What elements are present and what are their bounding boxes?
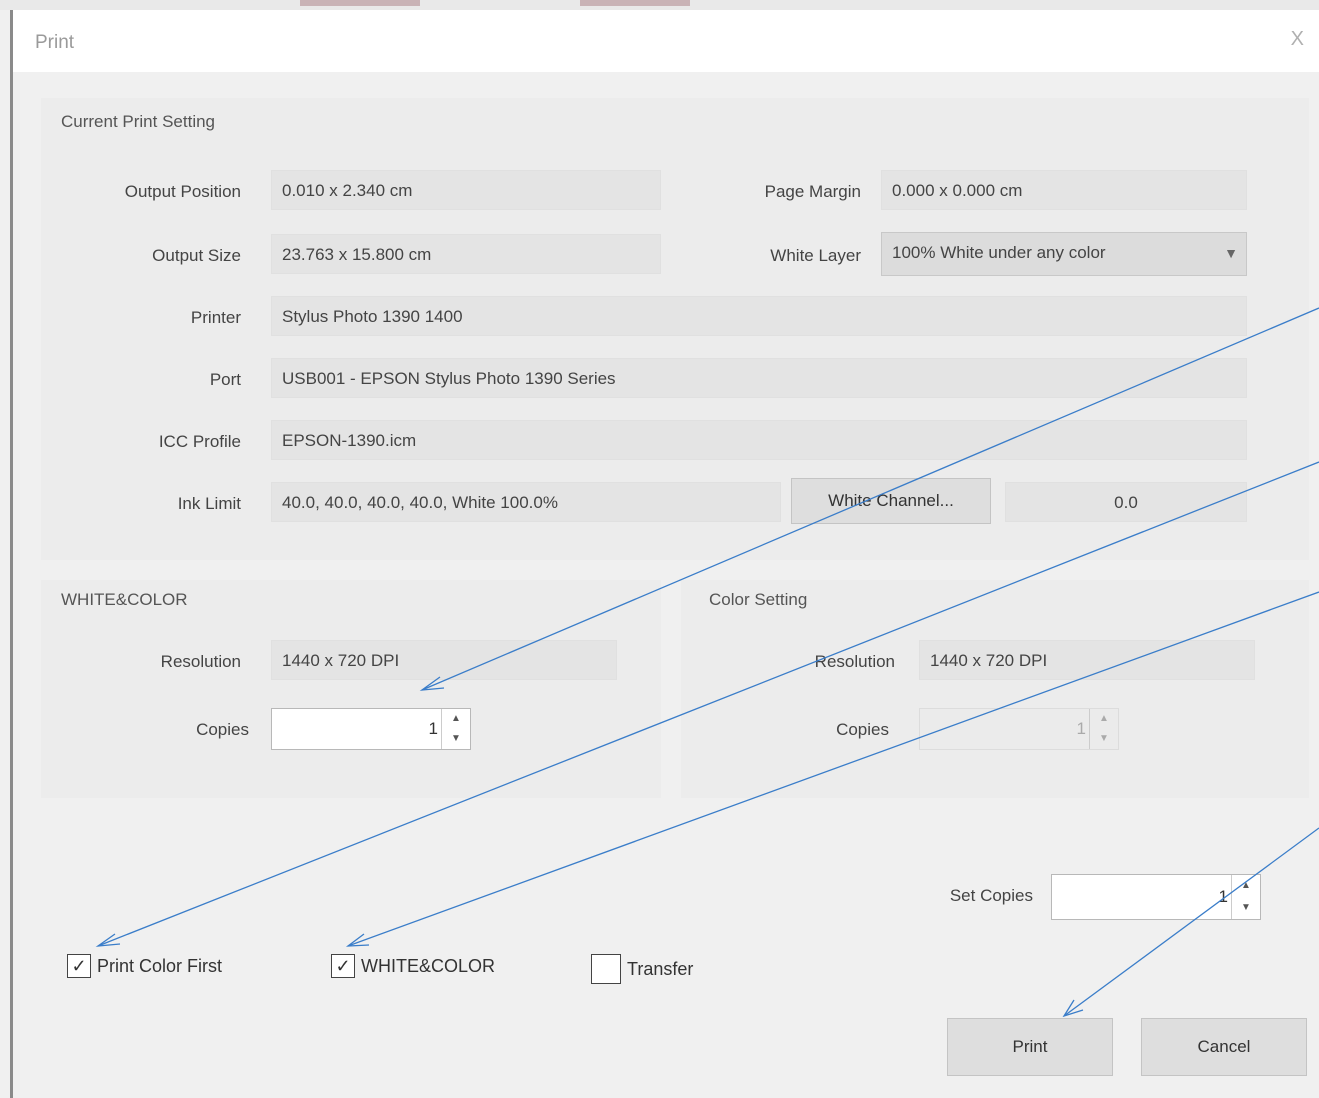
port-label: Port — [209, 370, 241, 389]
dialog-title: Print — [35, 32, 75, 53]
copies-stepper: 1 ▲ ▼ — [919, 708, 1119, 750]
group-label: Color Setting — [709, 590, 808, 609]
checkbox-checked-icon: ✓ — [331, 954, 355, 978]
resolution-label: Resolution — [814, 652, 895, 671]
print-button[interactable]: Print — [947, 1018, 1113, 1076]
output-position-value: 0.010 x 2.340 cm — [271, 170, 661, 210]
resolution-value: 1440 x 720 DPI — [919, 640, 1255, 680]
printer-label: Printer — [190, 308, 241, 327]
background-window-fragment — [300, 0, 420, 6]
checkbox-checked-icon: ✓ — [67, 954, 91, 978]
page-margin-label: Page Margin — [764, 182, 861, 201]
icc-profile-label: ICC Profile — [158, 432, 241, 451]
page-margin-value: 0.000 x 0.000 cm — [881, 170, 1247, 210]
port-value: USB001 - EPSON Stylus Photo 1390 Series — [271, 358, 1247, 398]
copies-value: 1 — [1076, 719, 1086, 738]
color-setting-group: Color Setting Resolution 1440 x 720 DPI … — [681, 580, 1309, 798]
print-dialog: Print X Current Print Setting Output Pos… — [10, 10, 1319, 1098]
resolution-value: 1440 x 720 DPI — [271, 640, 617, 680]
stepper-up-icon[interactable]: ▲ — [1231, 875, 1260, 897]
group-label: WHITE&COLOR — [61, 590, 188, 609]
checkbox-unchecked-icon — [591, 954, 621, 984]
transfer-checkbox[interactable]: Transfer — [591, 954, 693, 984]
white-layer-select[interactable]: 100% White under any color ▼ — [881, 232, 1247, 276]
output-position-label: Output Position — [124, 182, 241, 201]
set-copies-label: Set Copies — [949, 886, 1033, 905]
copies-stepper[interactable]: 1 ▲ ▼ — [271, 708, 471, 750]
stepper-down-icon: ▼ — [1089, 729, 1118, 749]
white-color-checkbox[interactable]: ✓ WHITE&COLOR — [331, 954, 495, 978]
current-print-setting-group: Current Print Setting Output Position 0.… — [41, 98, 1309, 560]
background-window-fragment — [580, 0, 690, 6]
background-window-strip — [0, 0, 1319, 10]
set-copies-value: 1 — [1218, 887, 1228, 906]
ink-limit-value: 40.0, 40.0, 40.0, 40.0, White 100.0% — [271, 482, 781, 522]
copies-value: 1 — [428, 719, 438, 738]
white-channel-button[interactable]: White Channel... — [791, 478, 991, 524]
checkbox-label: WHITE&COLOR — [361, 955, 496, 976]
chevron-down-icon: ▼ — [1224, 245, 1238, 261]
stepper-down-icon[interactable]: ▼ — [1231, 897, 1260, 919]
white-channel-value: 0.0 — [1005, 482, 1247, 522]
close-icon[interactable]: X — [1291, 28, 1304, 51]
cancel-button[interactable]: Cancel — [1141, 1018, 1307, 1076]
white-layer-selected: 100% White under any color — [892, 243, 1106, 262]
copies-label: Copies — [196, 720, 249, 739]
checkbox-label: Print Color First — [97, 955, 223, 976]
ink-limit-label: Ink Limit — [177, 494, 241, 513]
title-bar: Print X — [13, 10, 1319, 72]
copies-label: Copies — [836, 720, 889, 739]
group-label: Current Print Setting — [61, 112, 216, 131]
stepper-up-icon[interactable]: ▲ — [441, 709, 470, 729]
print-color-first-checkbox[interactable]: ✓ Print Color First — [67, 954, 222, 978]
set-copies-stepper[interactable]: 1 ▲ ▼ — [1051, 874, 1261, 920]
stepper-down-icon[interactable]: ▼ — [441, 729, 470, 749]
checkbox-label: Transfer — [627, 958, 694, 979]
printer-value: Stylus Photo 1390 1400 — [271, 296, 1247, 336]
white-layer-label: White Layer — [770, 246, 861, 265]
stepper-up-icon: ▲ — [1089, 709, 1118, 729]
output-size-label: Output Size — [152, 246, 241, 265]
resolution-label: Resolution — [160, 652, 241, 671]
white-color-group: WHITE&COLOR Resolution 1440 x 720 DPI Co… — [41, 580, 661, 798]
icc-profile-value: EPSON-1390.icm — [271, 420, 1247, 460]
output-size-value: 23.763 x 15.800 cm — [271, 234, 661, 274]
